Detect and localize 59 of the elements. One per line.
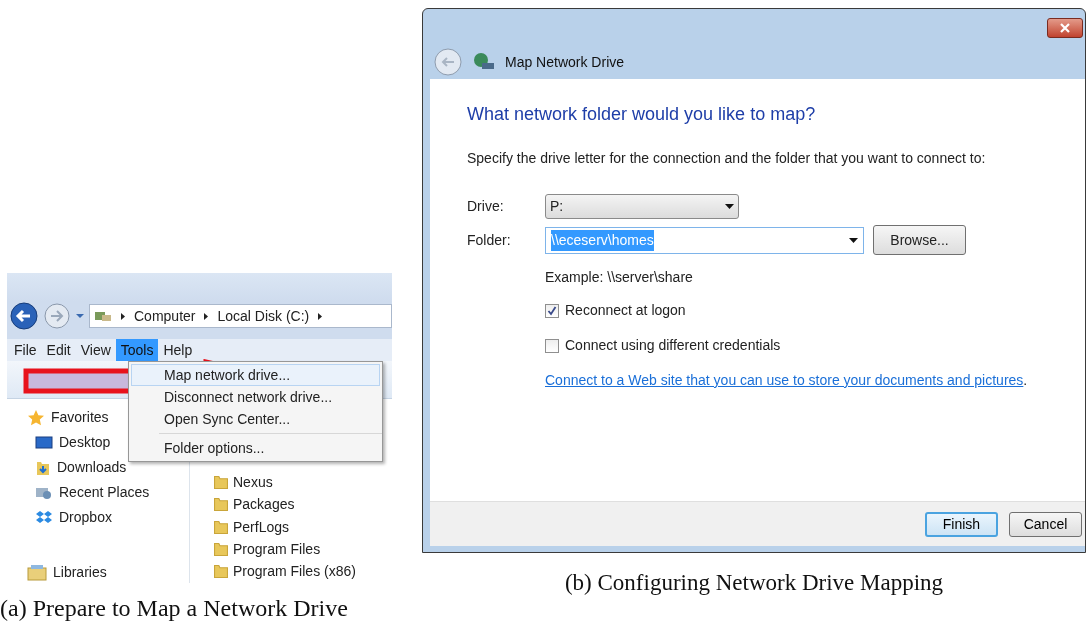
- window-title: Map Network Drive: [505, 52, 625, 72]
- checkbox-label: Connect using different credentials: [565, 336, 781, 355]
- checkbox[interactable]: [545, 303, 559, 318]
- figure-caption: (b) Configuring Network Drive Mapping: [564, 569, 944, 597]
- dropbox-icon: [35, 509, 53, 526]
- file-name[interactable]: Program Files (x86): [233, 561, 356, 583]
- field-label: Drive:: [467, 196, 505, 216]
- folder-icon: [214, 520, 228, 534]
- menu-item[interactable]: Help: [158, 339, 198, 361]
- breadcrumb[interactable]: Local Disk (C:): [217, 305, 310, 327]
- nav-item[interactable]: Dropbox: [59, 507, 112, 528]
- folder-icon: [214, 498, 228, 512]
- checkbox[interactable]: [545, 338, 559, 353]
- browse-button[interactable]: Browse...: [873, 225, 966, 255]
- chevron-right-icon: [317, 311, 324, 321]
- caret-down-icon: [725, 203, 734, 209]
- link-punctuation: .: [1023, 371, 1028, 390]
- nav-item[interactable]: Recent Places: [59, 482, 150, 503]
- caret-down-icon: [849, 237, 858, 243]
- star-icon: [27, 408, 45, 427]
- instruction-text: Specify the drive letter for the connection and the folder that you want to connect to:: [467, 149, 987, 168]
- chevron-right-icon: [203, 311, 210, 321]
- example-text: Example: \\server\share: [545, 268, 694, 287]
- menu-item[interactable]: File: [9, 339, 42, 361]
- folder-icon: [214, 542, 228, 556]
- nav-group-label[interactable]: Libraries: [53, 562, 107, 583]
- nav-group-label[interactable]: Favorites: [51, 407, 109, 428]
- address-bar[interactable]: Computer Local Disk (C:): [89, 304, 392, 328]
- menu-option[interactable]: Open Sync Center...: [131, 408, 380, 430]
- computer-icon: [94, 309, 112, 323]
- checkbox-label: Reconnect at logon: [565, 301, 686, 320]
- field-label: Folder:: [467, 230, 512, 250]
- dialog-button[interactable]: Finish: [925, 511, 998, 537]
- chevron-right-icon: [120, 311, 126, 321]
- folder-icon: [214, 565, 228, 579]
- menu-option[interactable]: Map network drive...: [131, 364, 380, 386]
- menu-item[interactable]: View: [75, 339, 116, 361]
- monitor-icon: [35, 434, 53, 451]
- figure-caption: (a) Prepare to Map a Network Drive: [0, 594, 349, 623]
- close-button[interactable]: [1047, 18, 1083, 38]
- close-icon: [1060, 23, 1070, 33]
- menu-option[interactable]: Folder options...: [131, 437, 380, 459]
- file-name[interactable]: PerfLogs: [233, 516, 290, 538]
- menu-item[interactable]: Tools: [115, 339, 159, 361]
- file-name[interactable]: Packages: [233, 494, 295, 516]
- dialog-button[interactable]: Cancel: [1009, 511, 1082, 537]
- library-icon: [27, 563, 47, 582]
- drive-dropdown[interactable]: P:: [545, 193, 739, 219]
- folder-icon: [214, 475, 228, 489]
- menu-item[interactable]: Edit: [41, 339, 76, 361]
- file-name[interactable]: Program Files: [233, 538, 321, 560]
- breadcrumb[interactable]: Computer: [134, 305, 196, 327]
- network-drive-icon: [473, 52, 495, 72]
- dialog-heading: What network folder would you like to map?: [467, 103, 817, 126]
- file-name[interactable]: Nexus: [233, 471, 273, 493]
- nav-item[interactable]: Desktop: [59, 432, 111, 453]
- menu-option[interactable]: Disconnect network drive...: [131, 386, 380, 408]
- dropdown-caret-icon[interactable]: [75, 312, 85, 320]
- nav-item[interactable]: Downloads: [57, 457, 127, 478]
